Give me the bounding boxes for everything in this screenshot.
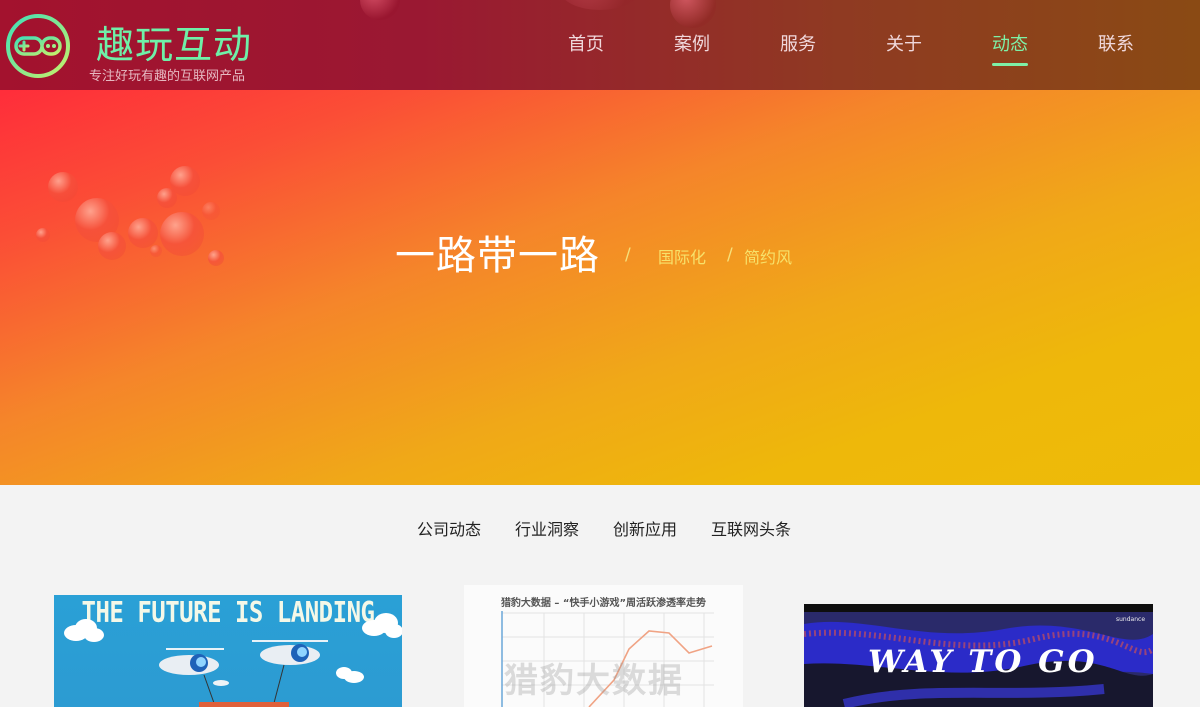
tab-innovative-apps[interactable]: 创新应用 xyxy=(613,516,677,540)
hero-banner: 一路带一路 / 国际化 / 简约风 xyxy=(0,90,1200,485)
chart-watermark: 猎豹大数据 xyxy=(504,661,684,701)
tab-internet-headlines[interactable]: 互联网头条 xyxy=(711,516,791,540)
bubble-decoration xyxy=(98,232,126,260)
hero-tag-international[interactable]: 国际化 xyxy=(658,244,706,268)
breadcrumb-separator: / xyxy=(727,245,733,265)
nav-item-services[interactable]: 服务 xyxy=(780,30,816,56)
bubble-decoration xyxy=(150,245,162,257)
news-card-thumbnail[interactable]: THE FUTURE IS LANDING xyxy=(54,595,402,707)
header-bubble-decoration xyxy=(670,0,716,28)
bubble-decoration xyxy=(170,166,200,196)
nav-item-about[interactable]: 关于 xyxy=(886,30,922,56)
news-card-thumbnail[interactable]: 猎豹大数据 – “快手小游戏”周活跃渗透率走势 猎豹大数据 xyxy=(464,585,743,707)
header-bubble-decoration xyxy=(560,0,640,10)
bubble-decoration xyxy=(160,212,204,256)
tab-industry-insight[interactable]: 行业洞察 xyxy=(515,516,579,540)
site-header: 趣玩互动 专注好玩有趣的互联网产品 首页 案例 服务 关于 动态 联系 xyxy=(0,0,1200,90)
bubble-decoration xyxy=(48,172,78,202)
header-bubble-decoration xyxy=(360,0,400,20)
nav-item-cases[interactable]: 案例 xyxy=(674,30,710,56)
film-title: WAY TO GO xyxy=(868,644,1098,680)
nav-item-news[interactable]: 动态 xyxy=(992,30,1028,56)
brand-slogan: 专注好玩有趣的互联网产品 xyxy=(89,69,246,84)
tab-company-news[interactable]: 公司动态 xyxy=(417,516,481,540)
hero-tag-minimal[interactable]: 简约风 xyxy=(744,244,792,268)
bubble-decoration xyxy=(202,202,220,220)
nav-item-home[interactable]: 首页 xyxy=(568,30,604,56)
breadcrumb-separator: / xyxy=(625,245,631,265)
clouds-drones-illustration xyxy=(64,613,402,707)
nav-item-contact[interactable]: 联系 xyxy=(1098,30,1134,56)
sundance-badge: sundance xyxy=(1116,616,1146,623)
video-site-navbar xyxy=(804,604,1153,612)
hero-title: 一路带一路 xyxy=(395,233,600,279)
brand-name[interactable]: 趣玩互动 xyxy=(96,14,252,69)
nav-active-indicator xyxy=(992,63,1028,66)
bubble-decoration xyxy=(36,228,50,242)
bubble-decoration xyxy=(208,250,224,266)
news-card-thumbnail[interactable]: sundance WAY TO GO xyxy=(804,604,1153,707)
category-tabs: 公司动态 行业洞察 创新应用 互联网头条 xyxy=(0,485,1200,565)
gamepad-icon[interactable] xyxy=(4,12,72,80)
bubble-decoration xyxy=(128,218,158,248)
